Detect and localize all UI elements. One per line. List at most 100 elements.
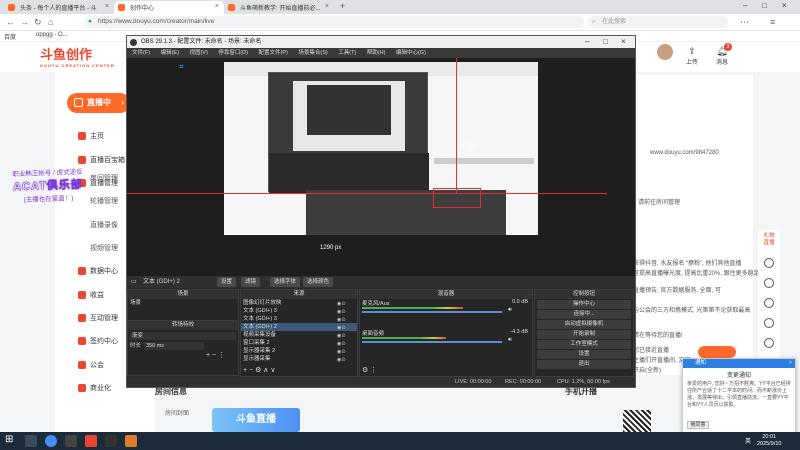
url-input[interactable]: ● https://www.douyu.com/creator/main/liv… [84, 16, 584, 28]
exit-button[interactable]: 退出 [537, 360, 631, 369]
connecting-button[interactable]: 连接中... [537, 310, 631, 319]
close-tab-icon[interactable]: × [325, 3, 329, 10]
close-tab-icon[interactable]: × [105, 3, 109, 10]
room-url[interactable]: www.douyu.com/9847280 [650, 150, 719, 156]
tools-label: 礼物直播 [763, 233, 775, 246]
menu-edit[interactable]: 编辑(E) [161, 50, 179, 56]
sources-dock-title: 来源 [241, 290, 357, 299]
upload-label: 上传 [686, 60, 699, 66]
chrome-icon[interactable] [45, 435, 57, 447]
obs-close-icon[interactable]: × [621, 36, 626, 48]
selected-source-box[interactable] [433, 188, 481, 208]
speaker-icon[interactable]: 🔊︎ [508, 337, 512, 344]
home-icon[interactable]: ⌂ [48, 17, 53, 27]
windows-start-icon[interactable]: ⊞ [5, 434, 13, 445]
source-settings-button[interactable]: 设置 [217, 277, 237, 287]
sidebar-item-home[interactable]: 主页 [78, 131, 104, 141]
preview-canvas[interactable] [224, 62, 538, 235]
menu-file[interactable]: 文件(F) [132, 50, 150, 56]
sidebar-item-guild[interactable]: 公会 [78, 360, 104, 370]
logo-text: 斗鱼创作 [40, 47, 93, 62]
menu-docks[interactable]: 停靠窗口(D) [218, 50, 248, 56]
room-manage-link[interactable]: 请前往房间管理 [638, 197, 680, 206]
ime-indicator[interactable]: 英 [745, 436, 751, 445]
sidebar-item-carousel[interactable]: 轮播管理 [90, 196, 118, 206]
menu-profile[interactable]: 配置文件(P) [258, 50, 287, 56]
share-icon[interactable] [764, 318, 774, 328]
extensions-icon[interactable]: ⋯ [740, 17, 749, 28]
minimize-icon[interactable]: – [743, 1, 747, 10]
menu-edit-center[interactable]: 编辑中心(G) [396, 50, 426, 56]
notification-close-icon[interactable]: × [789, 359, 792, 368]
start-live-button[interactable] [698, 346, 736, 358]
app2-taskbar-icon[interactable] [125, 435, 137, 447]
sidebar-item-toolbox[interactable]: 直播百宝箱 [78, 155, 125, 165]
search-icon[interactable] [25, 435, 37, 447]
action-center-button[interactable]: 操作中心 [537, 300, 631, 309]
transitions-dock: 转场特效 渐变 时长 350 ms + − ⋮ [127, 320, 239, 376]
select-font-button[interactable]: 选择字体 [270, 277, 301, 287]
volume-slider[interactable] [362, 341, 502, 343]
messages-button[interactable]: 🔔︎ 消息 3 [716, 43, 732, 66]
reload-icon[interactable]: ↻ [34, 17, 42, 28]
mixer-settings-icon[interactable]: ⚙ ⋮ [362, 366, 377, 374]
studio-mode-button[interactable]: 工作室模式 [537, 340, 631, 349]
menu-scene-collection[interactable]: 场景集合(S) [298, 50, 327, 56]
sidebar-item-contract[interactable]: 签约中心 [78, 336, 118, 346]
guild-icon [78, 361, 86, 369]
browser-tab-2[interactable]: 创作中心 × [114, 1, 224, 14]
menu-tools[interactable]: 工具(T) [338, 50, 356, 56]
forward-icon[interactable]: → [20, 17, 29, 27]
menu-view[interactable]: 视图(V) [189, 50, 207, 56]
browser-tab-3[interactable]: 斗鱼萌新教学: 开始直播前必... × [224, 1, 334, 14]
creator-logo[interactable]: 斗鱼创作 DOUYU CREATION CENTER [40, 44, 125, 68]
menu-icon[interactable]: ≡ [770, 17, 775, 27]
obs-preview[interactable]: 767 px 1290 px ⌗ [127, 58, 635, 276]
duration-input[interactable]: 350 ms [144, 342, 204, 350]
sidebar-item-income[interactable]: 收益 [78, 290, 104, 300]
obs-minimize-icon[interactable]: – [585, 36, 589, 48]
headset-icon[interactable] [764, 298, 774, 308]
settings-button[interactable]: 设置 [537, 350, 631, 359]
volume-slider[interactable] [362, 311, 502, 313]
sidebar-item-commerce[interactable]: 商业化 [78, 383, 111, 393]
browser-tab-1[interactable]: 头条 - 每个人的直播平台 - 斗 × [4, 1, 114, 14]
scene-item[interactable]: 场景 [128, 299, 238, 307]
maximize-icon[interactable]: □ [762, 1, 767, 10]
speaker-icon[interactable]: 🔊︎ [508, 307, 512, 314]
douyu-taskbar-icon[interactable] [85, 435, 97, 447]
app-taskbar-icon[interactable] [105, 435, 117, 447]
taskbar-clock[interactable]: 20:01 2025/9/10 [757, 434, 781, 448]
play-icon[interactable] [764, 258, 774, 268]
bookmark-baidu[interactable]: 百度 [4, 32, 16, 41]
browser-search-input[interactable]: ⌕ 在此搜索 [588, 16, 728, 28]
music-icon[interactable] [764, 278, 774, 288]
select-color-button[interactable]: 选择颜色 [303, 277, 334, 287]
upload-button[interactable]: ⇪ 上传 [686, 46, 698, 66]
sidebar-item-video[interactable]: 视频管理 [90, 243, 118, 253]
source-toolbar-icons[interactable]: + − ⚙ ∧ ∨ [243, 366, 275, 374]
close-window-icon[interactable]: × [782, 1, 787, 10]
sidebar-item-data[interactable]: 数据中心 [78, 266, 118, 276]
transition-select[interactable]: 渐变 [130, 332, 236, 340]
notification-agree-button[interactable]: 我同意 [687, 421, 709, 429]
live-status-button[interactable]: 直播中 › [67, 93, 130, 113]
virtual-camera-button[interactable]: 启动虚拟摄像机 [537, 320, 631, 329]
edit-icon[interactable] [764, 338, 774, 348]
close-tab-icon[interactable]: × [215, 3, 219, 10]
visibility-lock-icons[interactable]: ◉⊙ ◉⊙ ◉⊙ ◉⊙ ◉⊙ ◉⊙ ◉⊙ ◉⊙ [337, 300, 355, 364]
back-icon[interactable]: ← [6, 17, 15, 27]
start-recording-button[interactable]: 开始录制 [537, 330, 631, 339]
obs-maximize-icon[interactable]: □ [603, 36, 608, 48]
sidebar-item-interact[interactable]: 互动管理 [78, 313, 118, 323]
live-promo-banner[interactable]: 斗鱼直播 [212, 408, 300, 432]
transition-add-remove-icons[interactable]: + − ⋮ [206, 351, 225, 359]
bookmark-oppgg[interactable]: oppgg - O... [36, 32, 68, 38]
menu-help[interactable]: 帮助(H) [367, 50, 386, 56]
source-filters-button[interactable]: 滤镜 [241, 277, 261, 287]
new-tab-button[interactable]: + [340, 1, 345, 11]
obs-taskbar-icon[interactable] [65, 435, 77, 447]
sidebar-item-recordings[interactable]: 直播录像 [90, 220, 118, 230]
sidebar-item-room-label[interactable]: 房间管理 [90, 173, 118, 183]
avatar[interactable] [657, 44, 673, 60]
